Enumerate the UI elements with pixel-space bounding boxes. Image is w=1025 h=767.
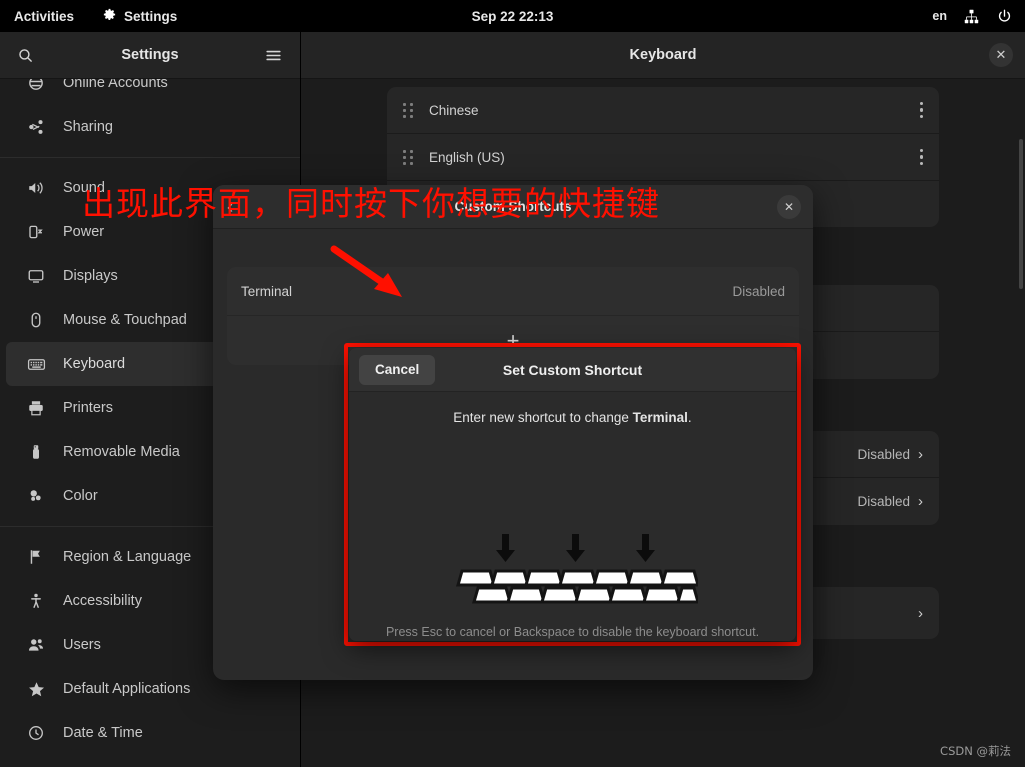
kebab-menu-icon[interactable] bbox=[919, 148, 923, 166]
hamburger-menu-icon[interactable] bbox=[256, 38, 290, 72]
sidebar-item-label: Power bbox=[63, 224, 105, 240]
red-arrow-icon bbox=[330, 245, 420, 310]
chevron-right-icon: › bbox=[918, 604, 923, 622]
chevron-right-icon: › bbox=[918, 445, 923, 463]
sidebar-item-label: Region & Language bbox=[63, 549, 192, 565]
close-icon[interactable]: ✕ bbox=[989, 43, 1013, 67]
gnome-top-bar: Activities Settings Sep 22 22:13 en bbox=[0, 0, 1025, 32]
app-menu-label: Settings bbox=[124, 8, 178, 24]
flag-icon bbox=[26, 547, 46, 567]
sidebar-item-date-time[interactable]: Date & Time bbox=[6, 711, 294, 755]
table-row[interactable]: English (US) bbox=[387, 134, 939, 181]
table-row[interactable]: Chinese bbox=[387, 87, 939, 134]
sidebar-item-label: Accessibility bbox=[63, 593, 142, 609]
prompt-suffix: . bbox=[687, 410, 692, 425]
prompt-prefix: Enter new shortcut to change bbox=[453, 410, 633, 425]
input-source-label: English (US) bbox=[429, 149, 505, 165]
printer-icon bbox=[26, 398, 46, 418]
power-icon[interactable] bbox=[996, 8, 1013, 25]
battery-icon bbox=[26, 222, 46, 242]
shortcut-prompt: Enter new shortcut to change Terminal. bbox=[349, 410, 796, 425]
system-status-area[interactable]: en bbox=[932, 0, 1013, 32]
input-source-label: Chinese bbox=[429, 102, 479, 118]
row-value: Disabled bbox=[857, 494, 910, 509]
settings-window: Settings Online Accounts Sharing Sound P… bbox=[0, 32, 1025, 767]
accessibility-icon bbox=[26, 591, 46, 611]
keyboard-keys-with-down-arrows-icon bbox=[349, 530, 796, 608]
panel-header: Keyboard ✕ bbox=[301, 32, 1025, 79]
shortcut-value: Disabled bbox=[732, 283, 785, 299]
sidebar-item-label: Date & Time bbox=[63, 725, 143, 741]
clock-icon bbox=[26, 723, 46, 743]
display-icon bbox=[26, 266, 46, 286]
cancel-button[interactable]: Cancel bbox=[359, 354, 436, 385]
search-icon[interactable] bbox=[8, 38, 42, 72]
star-icon bbox=[26, 679, 46, 699]
sidebar-item-label: Removable Media bbox=[63, 444, 180, 460]
keyboard-icon bbox=[26, 354, 46, 374]
chevron-right-icon: › bbox=[918, 493, 923, 510]
sidebar-item-label: Color bbox=[63, 488, 98, 504]
drag-handle-icon[interactable] bbox=[403, 102, 417, 118]
sidebar-item-label: Keyboard bbox=[63, 356, 126, 372]
set-custom-shortcut-body: Enter new shortcut to change Terminal. P… bbox=[349, 410, 796, 641]
page-title: Keyboard bbox=[629, 47, 697, 63]
row-value: Disabled bbox=[857, 446, 910, 462]
speaker-icon bbox=[26, 178, 46, 198]
drag-handle-icon[interactable] bbox=[403, 149, 417, 165]
sidebar-item-label: Default Applications bbox=[63, 681, 191, 697]
sidebar-item-label: Users bbox=[63, 637, 101, 653]
watermark: CSDN @莉法 bbox=[940, 744, 1011, 758]
sidebar-item-about[interactable]: About bbox=[6, 755, 294, 767]
gear-icon bbox=[102, 7, 117, 25]
close-icon[interactable]: ✕ bbox=[777, 194, 801, 219]
screen: Activities Settings Sep 22 22:13 en Sett… bbox=[0, 0, 1025, 767]
sidebar-item-sharing[interactable]: Sharing bbox=[6, 105, 294, 149]
sidebar-item-label: Sharing bbox=[63, 119, 113, 135]
users-icon bbox=[26, 635, 46, 655]
app-menu-settings[interactable]: Settings bbox=[102, 7, 177, 25]
activities-button[interactable]: Activities bbox=[14, 9, 74, 24]
panel-scrollbar[interactable] bbox=[1019, 139, 1023, 289]
share-icon bbox=[26, 117, 46, 137]
set-custom-shortcut-header: Cancel Set Custom Shortcut bbox=[349, 348, 796, 392]
prompt-target: Terminal bbox=[632, 410, 688, 425]
kebab-menu-icon[interactable] bbox=[919, 101, 923, 119]
annotation-note: 出现此界面，同时按下你想要的快捷键 bbox=[82, 184, 660, 223]
list-item[interactable]: Terminal Disabled bbox=[227, 267, 799, 315]
set-custom-shortcut-dialog: Cancel Set Custom Shortcut Enter new sho… bbox=[349, 348, 796, 641]
sidebar-title: Settings bbox=[121, 47, 179, 63]
usb-icon bbox=[26, 442, 46, 462]
sidebar-divider bbox=[0, 157, 300, 158]
sidebar-header: Settings bbox=[0, 32, 300, 79]
sidebar-item-label: Mouse & Touchpad bbox=[63, 312, 187, 328]
set-custom-shortcut-footer: Press Esc to cancel or Backspace to disa… bbox=[385, 625, 760, 639]
mouse-icon bbox=[26, 310, 46, 330]
shortcut-name: Terminal bbox=[241, 283, 293, 299]
color-icon bbox=[26, 486, 46, 506]
sidebar-item-label: Printers bbox=[63, 400, 113, 416]
network-wired-icon[interactable] bbox=[963, 8, 980, 25]
sidebar-item-label: Displays bbox=[63, 268, 118, 284]
keyboard-layout-indicator[interactable]: en bbox=[932, 9, 947, 23]
